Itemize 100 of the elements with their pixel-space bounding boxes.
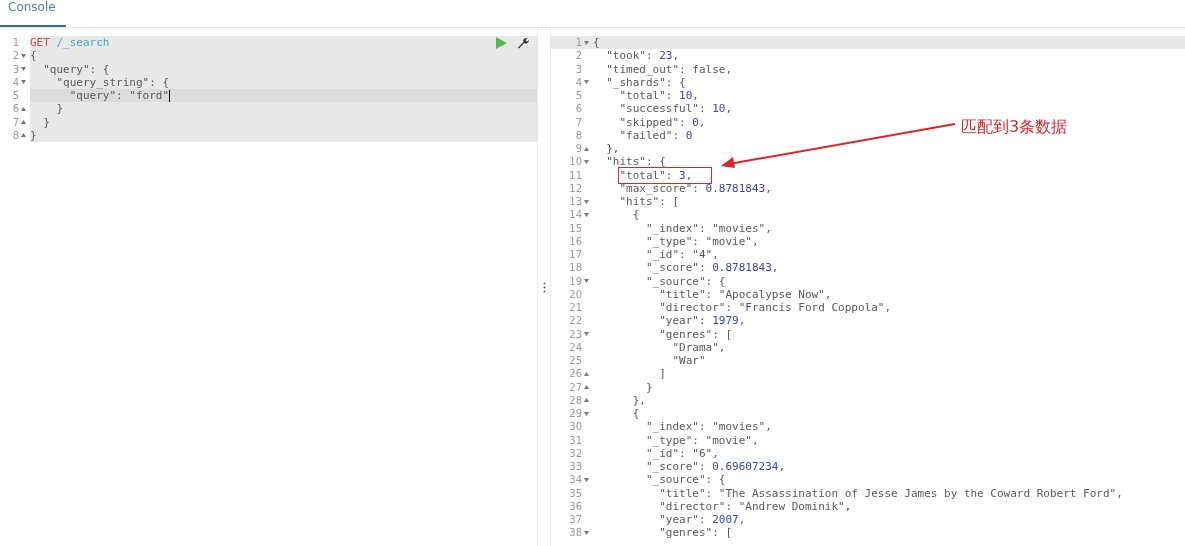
line-number: 12 (569, 182, 582, 194)
line-number: 31 (569, 434, 582, 446)
line-number: 28 (569, 394, 582, 406)
line-number: 35 (569, 487, 582, 499)
code-line: "year": 1979, (658, 314, 746, 328)
fold-icon[interactable] (584, 146, 589, 151)
line-number: 5 (575, 90, 582, 102)
code-line: } (30, 128, 37, 142)
line-number: 24 (569, 341, 582, 353)
code-line: "title": "Apocalypse Now", (659, 287, 832, 301)
code-line: "year": 2007, (658, 513, 746, 527)
fold-icon[interactable] (584, 385, 589, 390)
code-line: }, (631, 393, 646, 407)
code-line: "failed": 0 (618, 128, 693, 142)
code-line: "successful": 10, (618, 102, 733, 116)
line-number: 30 (569, 421, 582, 433)
code-line: "_type": "movie", (645, 433, 759, 447)
fold-icon[interactable] (584, 477, 589, 482)
code-line: "query": "ford" (68, 89, 171, 103)
line-number: 26 (569, 368, 582, 380)
line-number: 38 (569, 527, 582, 539)
code-line: "skipped": 0, (618, 115, 706, 129)
code-line: "max_score": 0.8781843, (618, 181, 772, 195)
line-number: 6 (575, 103, 582, 115)
code-line: "total": 10, (618, 89, 699, 103)
console-tab[interactable]: Console (0, 0, 66, 27)
fold-icon[interactable] (584, 398, 589, 403)
fold-icon[interactable] (584, 199, 589, 204)
code-line: "Drama", (671, 340, 726, 354)
line-number: 33 (569, 461, 582, 473)
line-number: 7 (12, 116, 19, 128)
line-number: 1 (12, 37, 19, 49)
fold-icon[interactable] (584, 212, 589, 217)
code-line: "genres": [ (658, 526, 733, 540)
code-line: "_index": "movies", (645, 221, 772, 235)
line-number: 13 (569, 196, 582, 208)
code-line: } (55, 102, 64, 116)
line-number: 29 (569, 408, 582, 420)
line-number: 3 (575, 63, 582, 75)
code-line: "query_string": { (55, 75, 170, 89)
code-line: "_shards": { (605, 75, 686, 89)
line-number: 8 (575, 129, 582, 141)
line-number: 18 (569, 262, 582, 274)
code-line: "total": 3, (619, 168, 711, 182)
code-line: ] (658, 367, 666, 381)
line-number: 8 (12, 129, 19, 141)
line-number: 6 (12, 103, 19, 115)
line-number: 11 (569, 169, 582, 181)
code-line: "_source": { (645, 274, 726, 288)
code-line: "_id": "4", (645, 248, 719, 262)
fold-icon[interactable] (21, 80, 26, 85)
line-number: 16 (569, 235, 582, 247)
code-line: "query": { (42, 62, 110, 76)
code-line: "_index": "movies", (645, 420, 772, 434)
resize-handle[interactable] (542, 281, 546, 293)
fold-icon[interactable] (21, 133, 26, 138)
line-number: 27 (569, 381, 582, 393)
fold-icon[interactable] (21, 106, 26, 111)
line-number: 10 (569, 156, 582, 168)
fold-icon[interactable] (584, 40, 589, 45)
code-line: } (644, 380, 653, 394)
text-cursor (169, 90, 171, 103)
code-line: "took": 23, (605, 49, 680, 63)
fold-icon[interactable] (584, 279, 589, 284)
line-number: 2 (12, 50, 19, 62)
fold-icon[interactable] (584, 80, 589, 85)
line-number: 9 (575, 143, 582, 155)
fold-icon[interactable] (21, 120, 26, 125)
fold-icon[interactable] (584, 411, 589, 416)
code-line: "title": "The Assassination of Jesse James by the Coward Robert Ford", (658, 486, 1123, 500)
code-line: { (30, 49, 37, 63)
code-line: "timed_out": false, (605, 62, 733, 76)
line-number: 1 (575, 37, 582, 49)
code-line: "_score": 0.8781843, (645, 261, 779, 275)
code-line: "_type": "movie", (645, 234, 759, 248)
code-line: "genres": [ (658, 327, 733, 341)
line-number: 25 (569, 355, 582, 367)
code-line: "_score": 0.69607234, (645, 460, 786, 474)
fold-icon[interactable] (584, 530, 589, 535)
fold-icon[interactable] (584, 332, 589, 337)
line-number: 37 (569, 514, 582, 526)
line-number: 23 (569, 328, 582, 340)
line-number: 32 (569, 447, 582, 459)
line-number: 4 (575, 76, 582, 88)
fold-icon[interactable] (584, 159, 589, 164)
code-line: { (593, 36, 600, 50)
line-number: 4 (12, 76, 19, 88)
line-number: 17 (569, 249, 582, 261)
wrench-icon[interactable] (517, 36, 529, 49)
fold-icon[interactable] (21, 53, 26, 58)
line-number: 2 (575, 50, 582, 62)
line-number: 19 (569, 275, 582, 287)
code-line: { (631, 407, 640, 421)
line-number: 14 (569, 209, 582, 221)
code-line: "director": "Francis Ford Coppola", (658, 301, 892, 315)
line-number: 22 (569, 315, 582, 327)
fold-icon[interactable] (21, 67, 26, 72)
code-line: }, (605, 142, 620, 156)
code-line: "hits": { (605, 155, 666, 169)
fold-icon[interactable] (584, 371, 589, 376)
